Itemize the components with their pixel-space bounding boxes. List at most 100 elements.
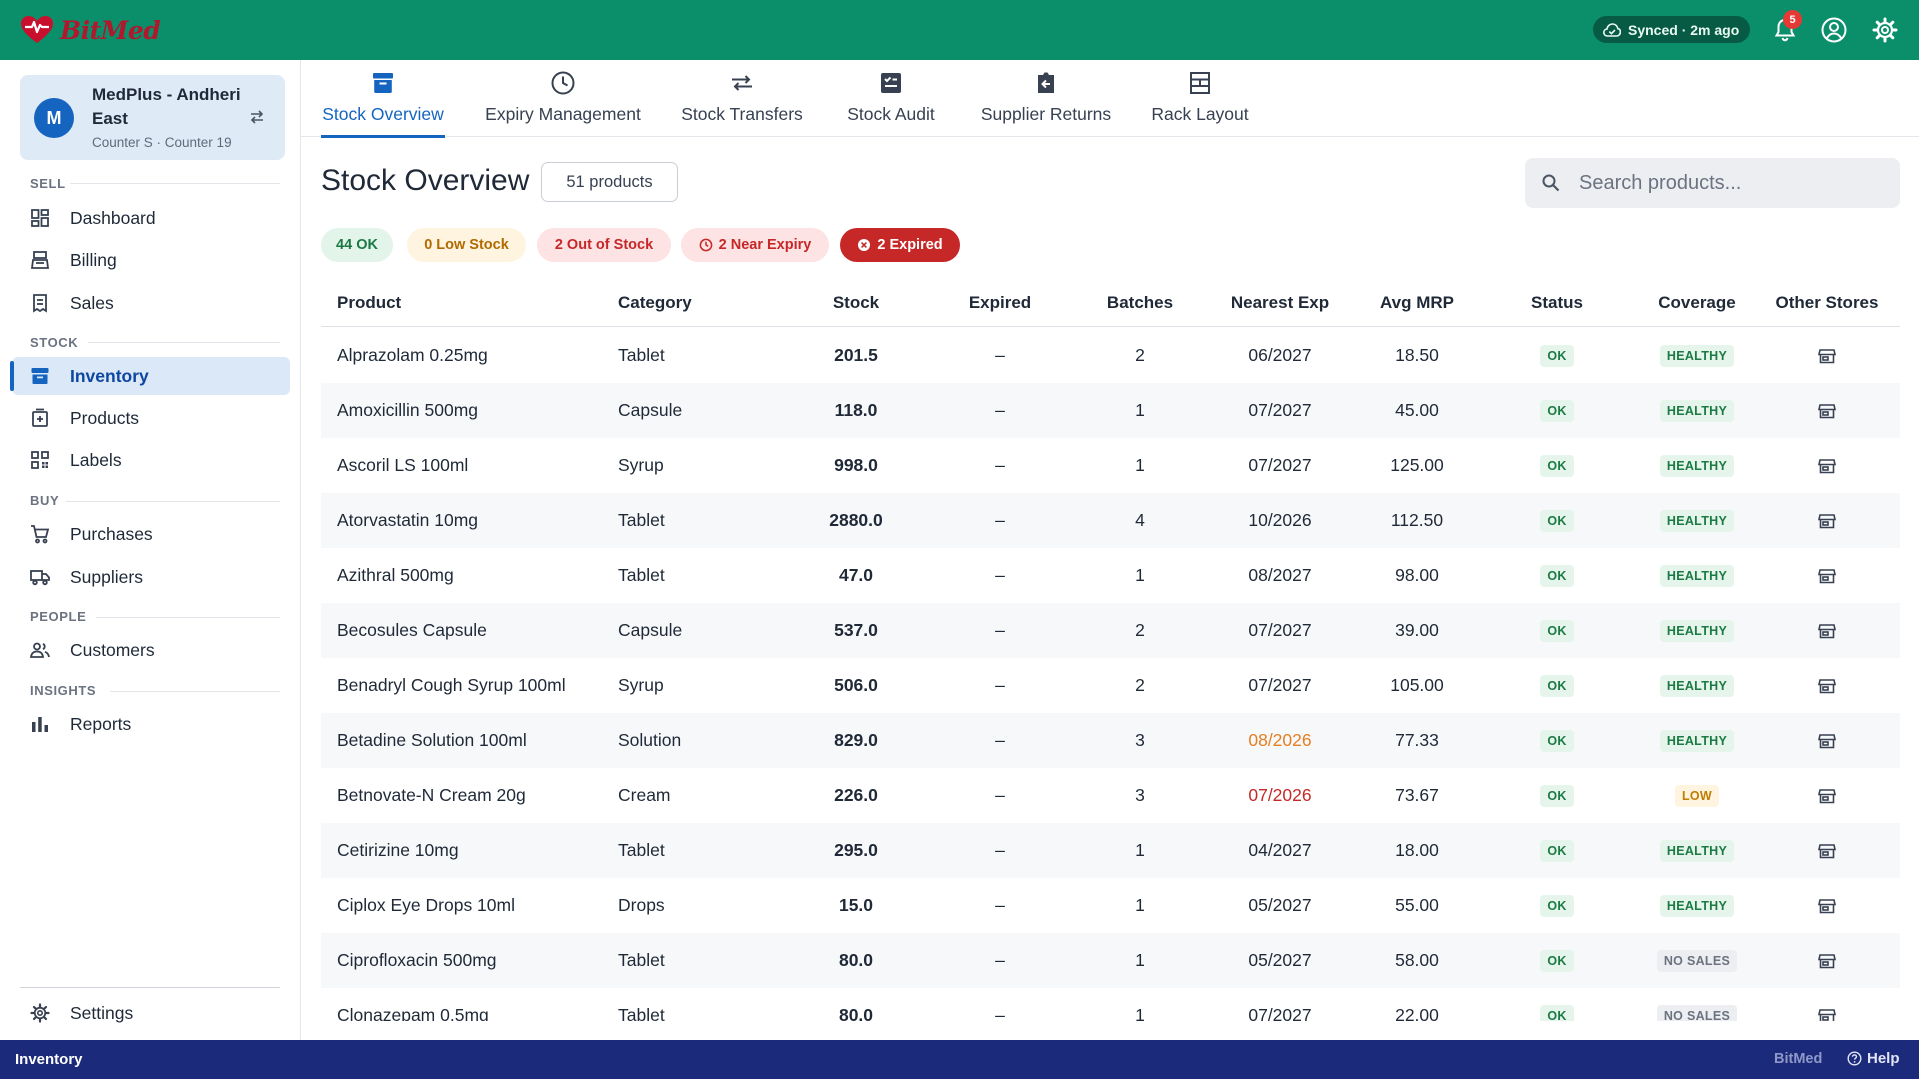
- table-row[interactable]: Ascoril LS 100ml Syrup 998.0 – 1 07/2027 125.0…: [321, 438, 1900, 493]
- store-icon[interactable]: [1818, 842, 1836, 860]
- tab-expiry-management[interactable]: Expiry Management: [483, 60, 643, 137]
- cell-avg-mrp-text: 22.00: [1395, 1005, 1439, 1021]
- table-row[interactable]: Cetirizine 10mg Tablet 295.0 – 1 04/2027 18.00…: [321, 823, 1900, 878]
- tab-rack-layout[interactable]: Rack Layout: [1150, 60, 1250, 137]
- cell-nearest-exp: 08/2027: [1210, 548, 1350, 603]
- cell-batches-text: 1: [1135, 950, 1145, 970]
- cell-avg-mrp-text: 55.00: [1395, 895, 1439, 915]
- stock-table: Product Category Stock Expired Batches N…: [321, 280, 1900, 1021]
- table-row[interactable]: Azithral 500mg Tablet 47.0 – 1 08/2027 98.00 OK…: [321, 548, 1900, 603]
- sidebar-item-purchases[interactable]: Purchases: [12, 515, 290, 553]
- sync-status-pill[interactable]: Synced · 2m ago: [1593, 16, 1751, 43]
- sidebar-item-sales[interactable]: Sales: [12, 284, 290, 322]
- cell-product-text: Benadryl Cough Syrup 100ml: [337, 675, 566, 695]
- table-row[interactable]: Atorvastatin 10mg Tablet 2880.0 – 4 10/2026 11…: [321, 493, 1900, 548]
- cell-expired-text: –: [995, 730, 1005, 750]
- column-header-avg-mrp[interactable]: Avg MRP: [1362, 293, 1472, 313]
- cell-category: Syrup: [618, 658, 768, 713]
- cell-category-text: Drops: [618, 895, 665, 915]
- sidebar-item-reports[interactable]: Reports: [12, 705, 290, 743]
- cell-category-text: Syrup: [618, 675, 664, 695]
- search-box[interactable]: [1525, 158, 1900, 208]
- column-header-nearest-exp[interactable]: Nearest Exp: [1210, 293, 1350, 313]
- table-row[interactable]: Benadryl Cough Syrup 100ml Syrup 506.0 – 2 07…: [321, 658, 1900, 713]
- filter-chip-expired[interactable]: 2 Expired: [840, 228, 960, 262]
- column-header-stock[interactable]: Stock: [806, 293, 906, 313]
- filter-chip-out-of-stock[interactable]: 2 Out of Stock: [537, 228, 671, 262]
- store-icon[interactable]: [1818, 787, 1836, 805]
- tab-supplier-returns[interactable]: Supplier Returns: [977, 60, 1115, 137]
- cell-product: Azithral 500mg: [337, 548, 607, 603]
- store-icon[interactable]: [1818, 347, 1836, 365]
- tab-stock-transfers[interactable]: Stock Transfers: [679, 60, 805, 137]
- sidebar: M MedPlus - Andheri East Counter S · Cou…: [0, 60, 301, 1040]
- table-row[interactable]: Ciplox Eye Drops 10ml Drops 15.0 – 1 05/2027 5…: [321, 878, 1900, 933]
- cell-category: Capsule: [618, 603, 768, 658]
- store-icon[interactable]: [1818, 457, 1836, 475]
- filter-chip-ok[interactable]: 44 OK: [321, 228, 393, 262]
- cell-product: Clonazepam 0.5mg: [337, 988, 607, 1021]
- settings-button[interactable]: [1871, 16, 1899, 44]
- swap-icon[interactable]: [248, 108, 266, 126]
- filter-chip-low-stock[interactable]: 0 Low Stock: [407, 228, 526, 262]
- cell-stock: 80.0: [806, 988, 906, 1021]
- store-icon[interactable]: [1818, 622, 1836, 640]
- table-row[interactable]: Amoxicillin 500mg Capsule 118.0 – 1 07/2027 45…: [321, 383, 1900, 438]
- cell-other-stores: [1762, 878, 1892, 933]
- table-row[interactable]: Becosules Capsule Capsule 537.0 – 2 07/2027 39…: [321, 603, 1900, 658]
- column-header-status[interactable]: Status: [1502, 293, 1612, 313]
- cell-stock-text: 80.0: [838, 1005, 874, 1021]
- table-row[interactable]: Clonazepam 0.5mg Tablet 80.0 – 1 07/2027 22.00…: [321, 988, 1900, 1021]
- column-header-product[interactable]: Product: [337, 293, 401, 313]
- inventory-icon: [31, 368, 49, 384]
- sidebar-item-dashboard[interactable]: Dashboard: [12, 199, 290, 237]
- column-header-other-stores[interactable]: Other Stores: [1762, 293, 1892, 313]
- store-icon[interactable]: [1818, 512, 1836, 530]
- table-row[interactable]: Alprazolam 0.25mg Tablet 201.5 – 2 06/2027 18.…: [321, 328, 1900, 383]
- column-header-category[interactable]: Category: [618, 293, 692, 313]
- store-icon[interactable]: [1818, 402, 1836, 420]
- table-row[interactable]: Ciprofloxacin 500mg Tablet 80.0 – 1 05/2027 58…: [321, 933, 1900, 988]
- account-button[interactable]: [1820, 16, 1848, 44]
- table-row[interactable]: Betnovate-N Cream 20g Cream 226.0 – 3 07/2026…: [321, 768, 1900, 823]
- cell-other-stores: [1762, 383, 1892, 438]
- filter-chip-label: 44 OK: [336, 237, 378, 253]
- cell-stock-text: 201.5: [834, 345, 878, 365]
- search-input[interactable]: [1579, 158, 1879, 208]
- column-header-batches[interactable]: Batches: [1080, 293, 1200, 313]
- tab-stock-overview[interactable]: Stock Overview: [321, 60, 445, 138]
- column-header-coverage[interactable]: Coverage: [1632, 293, 1762, 313]
- sidebar-item-label: Billing: [70, 249, 117, 270]
- store-icon[interactable]: [1818, 1007, 1836, 1022]
- sidebar-item-products[interactable]: Products: [12, 399, 290, 437]
- sidebar-item-inventory[interactable]: Inventory: [10, 357, 290, 395]
- help-button[interactable]: Help: [1847, 1050, 1900, 1067]
- sidebar-item-suppliers[interactable]: Suppliers: [12, 558, 290, 596]
- store-icon[interactable]: [1818, 952, 1836, 970]
- sidebar-item-billing[interactable]: Billing: [12, 241, 290, 279]
- store-icon[interactable]: [1818, 677, 1836, 695]
- store-icon[interactable]: [1818, 732, 1836, 750]
- filter-chip-near-expiry[interactable]: 2 Near Expiry: [681, 228, 829, 262]
- cell-nearest-exp-text: 04/2027: [1248, 840, 1312, 860]
- sidebar-item-label: Reports: [70, 713, 132, 734]
- cell-stock-text: 2880.0: [829, 510, 883, 530]
- store-icon[interactable]: [1818, 567, 1836, 585]
- sidebar-item-settings[interactable]: Settings: [12, 994, 290, 1032]
- sidebar-item-customers[interactable]: Customers: [12, 631, 290, 669]
- store-icon[interactable]: [1818, 897, 1836, 915]
- store-switcher[interactable]: M MedPlus - Andheri East Counter S · Cou…: [20, 75, 285, 160]
- cell-avg-mrp-text: 58.00: [1395, 950, 1439, 970]
- cell-stock: 2880.0: [806, 493, 906, 548]
- cell-product: Ascoril LS 100ml: [337, 438, 607, 493]
- sidebar-item-labels[interactable]: Labels: [12, 441, 290, 479]
- cell-avg-mrp: 22.00: [1362, 988, 1472, 1021]
- cell-product-text: Clonazepam 0.5mg: [337, 1005, 489, 1021]
- table-row[interactable]: Betadine Solution 100ml Solution 829.0 – 3 08…: [321, 713, 1900, 768]
- tab-stock-audit[interactable]: Stock Audit: [844, 60, 938, 137]
- app-logo[interactable]: BitMed: [20, 13, 161, 47]
- search-icon: [1542, 174, 1560, 192]
- coverage-badge: HEALTHY: [1659, 344, 1735, 367]
- cell-expired: –: [940, 658, 1060, 713]
- column-header-expired[interactable]: Expired: [940, 293, 1060, 313]
